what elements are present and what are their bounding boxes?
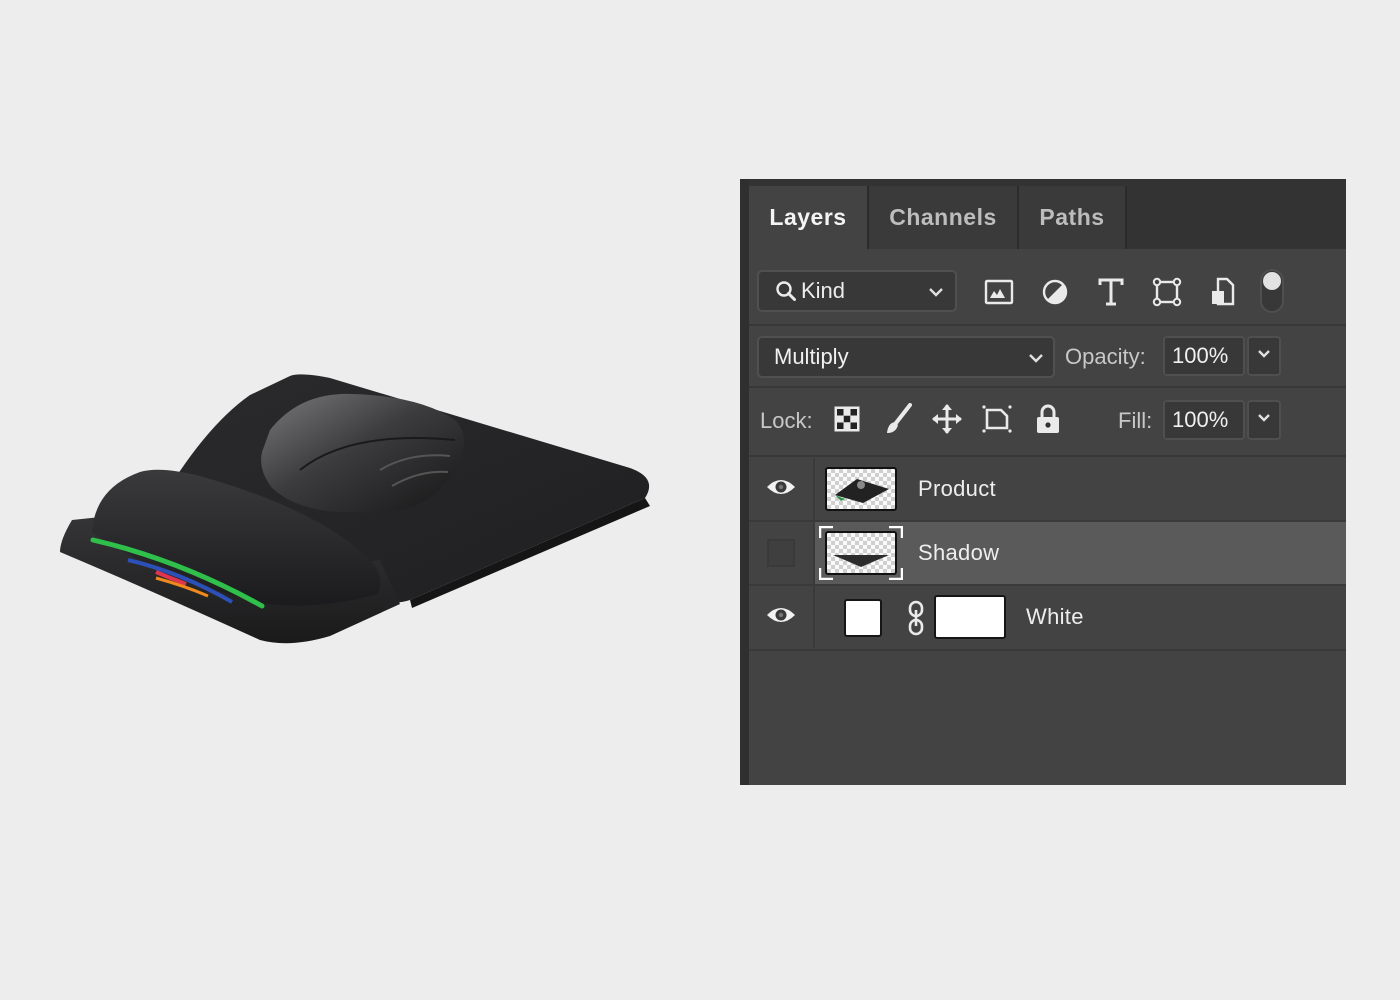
tab-layers[interactable]: Layers [749,186,869,249]
eye-icon [765,604,797,631]
fill-dropdown-button[interactable] [1247,400,1281,440]
lock-image-pixels-icon[interactable] [881,402,915,436]
divider [749,455,1346,457]
adjustment-layer-filter-icon[interactable] [1038,275,1072,309]
link-icon[interactable] [906,600,926,641]
tab-paths[interactable]: Paths [1019,186,1127,249]
fill-color-thumbnail[interactable] [844,599,882,637]
chevron-down-icon [1027,347,1045,373]
chevron-down-icon [1256,410,1272,431]
lock-artboard-icon[interactable] [980,402,1014,436]
fill-input[interactable]: 100% [1163,400,1245,440]
blend-mode-value: Multiply [774,344,849,369]
tab-channels[interactable]: Channels [869,186,1019,249]
fill-label: Fill: [1118,408,1153,433]
kind-label: Kind [801,278,846,303]
search-icon [775,280,797,302]
mouse [261,393,464,513]
visibility-toggle[interactable] [749,522,815,584]
type-layer-filter-icon[interactable] [1094,275,1128,309]
layer-mask-thumbnail[interactable] [934,595,1006,639]
product-illustration [60,374,650,644]
lock-position-icon[interactable] [930,402,964,436]
chevron-down-icon [927,281,945,307]
layer-thumbnail-product [825,467,897,511]
lock-all-icon[interactable] [1031,402,1065,436]
smart-object-filter-icon[interactable] [1206,275,1240,309]
divider [749,386,1346,388]
visibility-toggle[interactable] [749,458,815,520]
product-photo [0,0,700,1000]
opacity-input[interactable]: 100% [1163,336,1245,376]
toggle-knob [1263,272,1281,290]
layer-name: Product [918,476,996,501]
chevron-down-icon [1256,346,1272,367]
hidden-visibility-box [767,539,795,567]
layer-name: White [1026,604,1084,629]
lock-label: Lock: [760,408,813,433]
blend-mode-select[interactable]: Multiply [757,336,1055,378]
eye-icon [765,476,797,503]
filter-toggle-switch[interactable] [1260,269,1284,313]
layer-thumbnail-shadow [825,531,897,575]
visibility-toggle[interactable] [749,586,815,648]
layer-row-shadow[interactable]: Shadow [749,522,1346,584]
opacity-dropdown-button[interactable] [1247,336,1281,376]
shape-layer-filter-icon[interactable] [1150,275,1184,309]
layer-row-product[interactable]: Product [749,458,1346,520]
panel-tab-bar: Layers Channels Paths [749,179,1346,249]
divider [749,649,1346,651]
layer-filter-kind-select[interactable]: Kind [757,270,957,312]
lock-transparent-pixels-icon[interactable] [830,402,864,436]
layer-row-white[interactable]: White [749,586,1346,648]
layer-name: Shadow [918,540,1000,565]
opacity-label: Opacity: [1065,344,1146,369]
pixel-layer-filter-icon[interactable] [982,275,1016,309]
layers-panel: Layers Channels Paths Kind Multiply Opac… [740,179,1346,785]
divider [749,324,1346,326]
